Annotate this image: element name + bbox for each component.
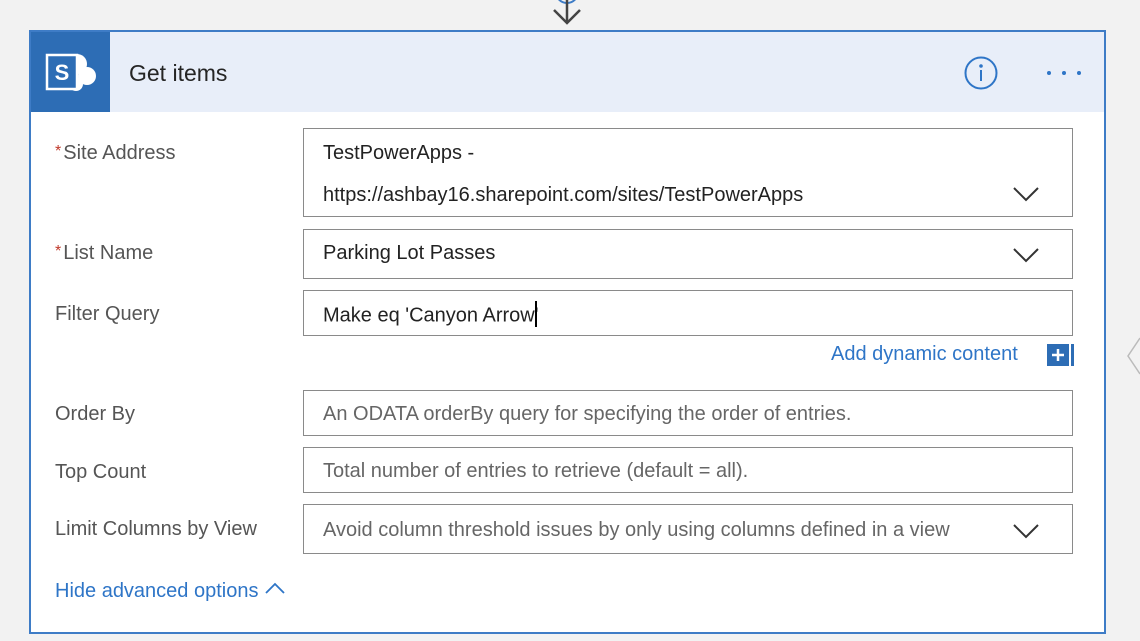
top-count-label: Top Count [55,461,147,483]
site-address-value-line1: TestPowerApps - [323,142,475,164]
order-by-input[interactable]: An ODATA orderBy query for specifying th… [303,390,1073,436]
text-cursor [534,301,537,327]
chevron-down-icon[interactable] [1012,523,1040,539]
limit-columns-label: Limit Columns by View [55,518,257,540]
filter-query-value-wrap: Make eq 'Canyon Arrow' [323,301,539,329]
sharepoint-logo: S [31,32,110,112]
limit-columns-dropdown[interactable]: Avoid column threshold issues by only us… [303,504,1073,554]
chevron-down-icon[interactable] [1012,186,1040,202]
order-by-label: Order By [55,403,136,425]
hide-advanced-options-link[interactable]: Hide advanced options [55,580,286,603]
limit-columns-placeholder: Avoid column threshold issues by only us… [323,519,950,541]
get-items-action-card: S Get items * Site Address TestPowerApps … [29,30,1106,634]
info-icon[interactable] [964,56,998,90]
sharepoint-logo-icon: S [45,53,96,91]
chevron-left-icon[interactable] [1124,336,1140,376]
filter-query-label: Filter Query [55,303,160,325]
site-address-dropdown[interactable]: TestPowerApps - https://ashbay16.sharepo… [303,128,1073,217]
order-by-placeholder: An ODATA orderBy query for specifying th… [323,403,852,425]
add-dynamic-content-icon[interactable] [1047,344,1074,366]
list-name-label-text: List Name [63,242,154,264]
required-marker: * [55,143,62,160]
list-name-value: Parking Lot Passes [323,242,496,264]
chevron-down-icon[interactable] [1012,247,1040,263]
filter-query-value: Make eq 'Canyon Arrow' [323,304,539,327]
list-name-dropdown[interactable]: Parking Lot Passes [303,229,1073,279]
card-title[interactable]: Get items [129,60,227,87]
svg-text:S: S [55,60,70,85]
site-address-value-line2: https://ashbay16.sharepoint.com/sites/Te… [323,184,804,206]
hide-advanced-options-text: Hide advanced options [55,580,259,602]
arrow-down-icon [553,0,581,25]
filter-query-input[interactable]: Make eq 'Canyon Arrow' [303,290,1073,336]
chevron-up-icon [265,582,286,594]
top-count-placeholder: Total number of entries to retrieve (def… [323,460,749,482]
required-marker: * [55,243,62,260]
site-address-label-text: Site Address [63,142,176,164]
add-dynamic-content-link[interactable]: Add dynamic content [831,343,1018,366]
list-name-label: * List Name [55,242,153,265]
site-address-label: * Site Address [55,142,176,165]
top-count-input[interactable]: Total number of entries to retrieve (def… [303,447,1073,493]
card-header[interactable]: S Get items [31,32,1104,112]
more-options-icon[interactable] [1044,65,1084,81]
